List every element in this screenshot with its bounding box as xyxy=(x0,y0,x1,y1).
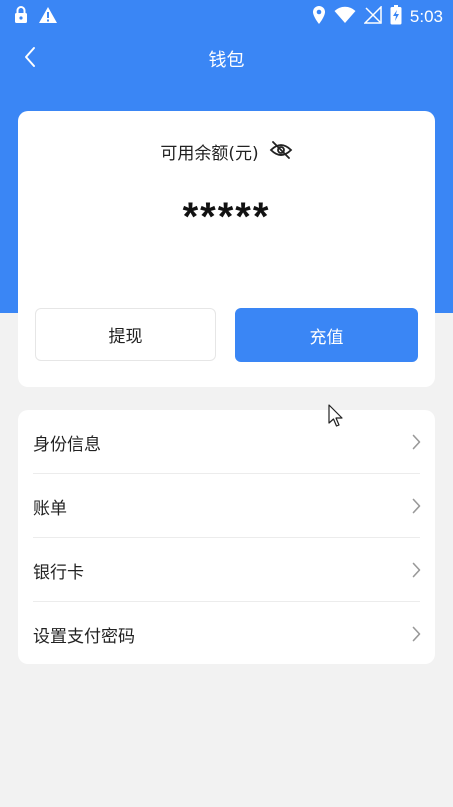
balance-label-row: 可用余额(元) xyxy=(18,139,435,164)
balance-card: 可用余额(元) ***** 提现 充值 xyxy=(18,111,435,387)
eye-off-icon xyxy=(269,140,293,163)
recharge-button[interactable]: 充值 xyxy=(235,308,418,362)
menu-item-label: 银行卡 xyxy=(33,562,84,583)
menu-card: 身份信息 账单 银行卡 设置支付密码 xyxy=(18,410,435,664)
status-bar: 5:03 xyxy=(0,0,453,32)
balance-label: 可用余额(元) xyxy=(160,144,259,164)
battery-charging-icon xyxy=(390,5,402,29)
location-icon xyxy=(312,5,326,29)
menu-item-label: 身份信息 xyxy=(33,434,101,455)
no-signal-icon xyxy=(363,5,382,28)
status-left-icons xyxy=(14,6,58,28)
page-title: 钱包 xyxy=(208,50,245,71)
lock-icon xyxy=(14,6,28,28)
chevron-right-icon xyxy=(412,434,421,454)
menu-item-bills[interactable]: 账单 xyxy=(18,474,435,538)
withdraw-button[interactable]: 提现 xyxy=(35,308,216,361)
menu-item-label: 账单 xyxy=(33,498,67,519)
toggle-visibility-button[interactable] xyxy=(269,140,293,163)
wifi-icon xyxy=(334,6,356,28)
status-right-icons: 5:03 xyxy=(312,5,443,29)
warning-icon xyxy=(38,6,58,28)
mouse-cursor-icon xyxy=(328,404,344,432)
chevron-right-icon xyxy=(412,498,421,518)
balance-value: ***** xyxy=(182,195,271,239)
menu-item-payment-password[interactable]: 设置支付密码 xyxy=(18,602,435,666)
menu-item-label: 设置支付密码 xyxy=(33,626,135,647)
menu-item-identity[interactable]: 身份信息 xyxy=(18,410,435,474)
chevron-right-icon xyxy=(412,626,421,646)
menu-item-bank-card[interactable]: 银行卡 xyxy=(18,538,435,602)
chevron-right-icon xyxy=(412,562,421,582)
nav-bar: 钱包 xyxy=(0,34,453,82)
status-time: 5:03 xyxy=(409,7,443,26)
